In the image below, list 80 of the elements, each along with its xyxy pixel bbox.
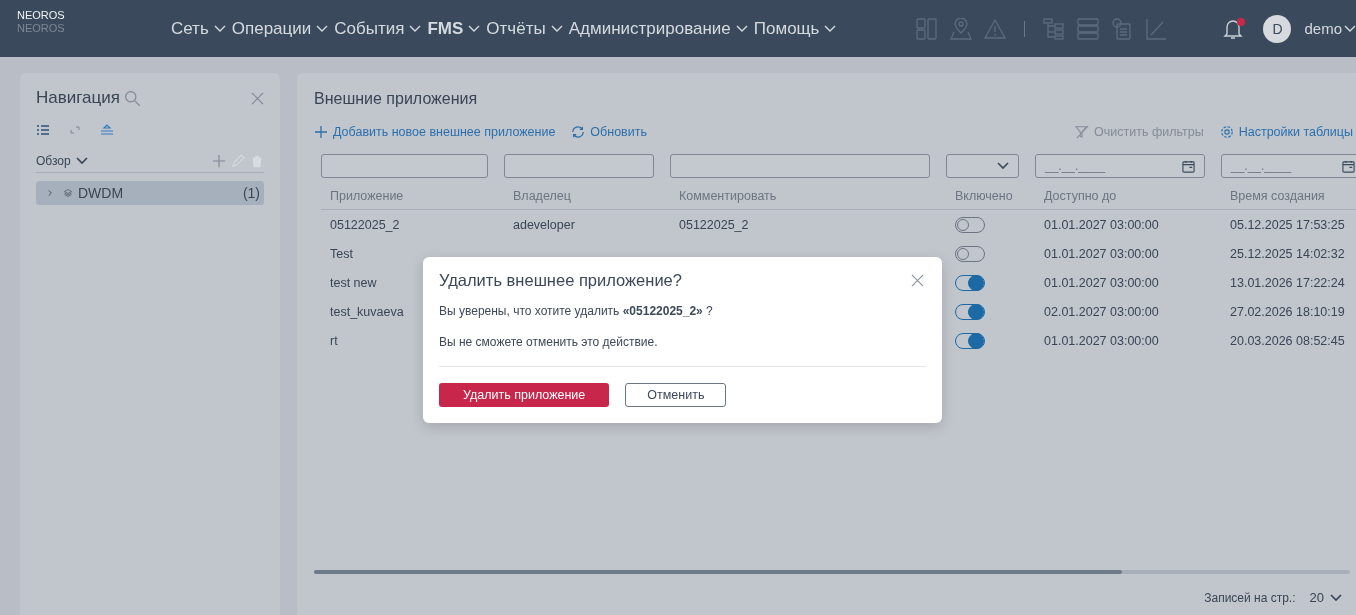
column-header[interactable]: Доступно до bbox=[1035, 180, 1221, 210]
cancel-button[interactable]: Отменить bbox=[625, 383, 727, 407]
table-cell: 01.01.2027 03:00:00 bbox=[1044, 217, 1159, 232]
tree-item-label: DWDM bbox=[78, 185, 124, 201]
column-header[interactable]: Включено bbox=[946, 180, 1035, 210]
filter-field[interactable] bbox=[670, 154, 930, 178]
delete-button[interactable]: Удалить приложение bbox=[439, 383, 610, 407]
table-cell: 27.02.2026 18:10:19 bbox=[1230, 304, 1345, 319]
map-pin-icon[interactable] bbox=[950, 17, 973, 40]
menu-item[interactable]: Отчёты bbox=[486, 18, 563, 39]
column-header[interactable]: Время создания bbox=[1221, 180, 1356, 210]
table-cell: 05122025_2 bbox=[330, 217, 400, 232]
layers-icon bbox=[62, 189, 74, 197]
date-filter-field[interactable]: __.__.____ bbox=[1035, 154, 1205, 178]
collapse-icon[interactable] bbox=[100, 124, 114, 136]
table-cell: 05122025_2 bbox=[679, 217, 749, 232]
overview-dropdown[interactable]: Обзор bbox=[36, 154, 88, 168]
dialog-title: Удалить внешнее приложение? bbox=[439, 271, 682, 290]
menu-item[interactable]: Администрирование bbox=[568, 18, 748, 39]
add-link[interactable]: Добавить новое внешнее приложение bbox=[314, 125, 556, 139]
column-header[interactable]: Комментировать bbox=[670, 180, 946, 210]
chevron-down-icon[interactable] bbox=[997, 162, 1009, 170]
warning-icon[interactable] bbox=[984, 17, 1007, 40]
app-name: NEOROS bbox=[17, 8, 66, 22]
table-cell: 01.01.2027 03:00:00 bbox=[1044, 246, 1159, 261]
table-cell: 01.01.2027 03:00:00 bbox=[1044, 333, 1159, 348]
page-title: Внешние приложения bbox=[314, 90, 479, 108]
table-cell: 01.01.2027 03:00:00 bbox=[1044, 275, 1159, 290]
settings-icon[interactable] bbox=[1219, 125, 1234, 139]
table-cell: 25.12.2025 14:02:32 bbox=[1230, 246, 1345, 261]
server-icon[interactable] bbox=[1077, 17, 1100, 40]
menu-item[interactable]: FMS bbox=[427, 18, 481, 39]
table-cell: adeveloper bbox=[513, 217, 575, 232]
menu-item[interactable]: События bbox=[334, 18, 422, 39]
list-icon[interactable] bbox=[36, 124, 50, 136]
chart-icon[interactable] bbox=[1145, 17, 1168, 40]
table-settings-link[interactable]: Настройки таблицы bbox=[1219, 125, 1353, 139]
close-icon[interactable] bbox=[911, 274, 924, 287]
table-cell: 13.01.2026 17:22:24 bbox=[1230, 275, 1345, 290]
filter-field[interactable] bbox=[321, 154, 488, 178]
search-icon[interactable] bbox=[124, 89, 141, 107]
table-cell: rt bbox=[330, 333, 338, 348]
filter-field[interactable] bbox=[504, 154, 654, 178]
page-size-label: Записей на стр.: bbox=[1204, 590, 1296, 605]
table-cell: 02.01.2027 03:00:00 bbox=[1044, 304, 1159, 319]
horizontal-scrollbar[interactable] bbox=[314, 570, 1350, 574]
expand-icon[interactable] bbox=[68, 124, 82, 136]
menu-item[interactable]: Помощь bbox=[753, 18, 837, 39]
calendar-icon[interactable] bbox=[1342, 159, 1355, 173]
page-size-dropdown[interactable]: 20 bbox=[1309, 590, 1342, 605]
navigation-title: Навигация bbox=[36, 88, 120, 108]
refresh-icon[interactable] bbox=[571, 125, 586, 139]
dialog-question: Вы уверены, что хотите удалить «05122025_2» ? bbox=[439, 304, 714, 318]
table-cell: Test bbox=[330, 246, 353, 261]
app-subtitle: NEOROS bbox=[17, 21, 66, 35]
column-header[interactable]: Владелец bbox=[504, 180, 670, 210]
table-cell: test new bbox=[330, 275, 377, 290]
add-icon[interactable] bbox=[212, 154, 226, 168]
table-cell: 20.03.2026 08:52:45 bbox=[1230, 333, 1345, 348]
refresh-link[interactable]: Обновить bbox=[571, 125, 647, 139]
clock-list-icon[interactable] bbox=[1111, 17, 1134, 40]
filter-off-icon[interactable] bbox=[1075, 125, 1089, 139]
menu-item[interactable]: Сеть bbox=[170, 18, 226, 39]
calendar-icon[interactable] bbox=[1182, 159, 1195, 173]
table-cell: 05.12.2025 17:53:25 bbox=[1230, 217, 1345, 232]
tree-item-count: (1) bbox=[242, 185, 260, 201]
tree-item[interactable]: DWDM (1) bbox=[36, 181, 264, 205]
chevron-down-icon[interactable] bbox=[1330, 593, 1342, 602]
plus-icon[interactable] bbox=[314, 125, 328, 139]
user-avatar[interactable]: D bbox=[1263, 14, 1292, 43]
dialog-warning: Вы не сможете отменить это действие. bbox=[439, 335, 659, 349]
close-icon[interactable] bbox=[251, 91, 264, 105]
date-filter-field[interactable]: __.__.____ bbox=[1221, 154, 1356, 178]
table-cell: test_kuvaeva bbox=[330, 304, 404, 319]
layout-icon[interactable] bbox=[916, 17, 939, 40]
chevron-down-icon[interactable] bbox=[75, 157, 88, 165]
menu-item[interactable]: Операции bbox=[231, 18, 329, 39]
user-menu[interactable]: demo bbox=[1304, 20, 1356, 37]
hierarchy-icon[interactable] bbox=[1043, 17, 1066, 40]
notification-bell-icon[interactable] bbox=[1223, 17, 1244, 40]
